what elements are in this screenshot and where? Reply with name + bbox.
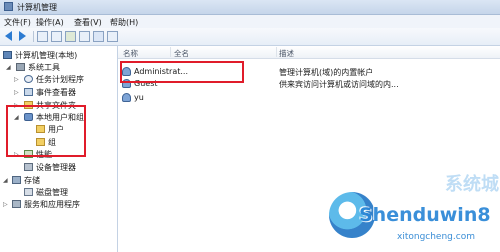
- user-description: 管理计算机(域)的内置帐户: [279, 68, 374, 77]
- collapse-arrow-icon[interactable]: ◢: [6, 64, 11, 71]
- tree-item-label: 任务计划程序: [36, 75, 84, 84]
- tree-item-label: 存储: [24, 176, 40, 185]
- list-row-yu[interactable]: yu: [118, 92, 500, 103]
- menu-view[interactable]: 查看(V): [74, 17, 102, 28]
- menu-bar: 文件(F) 操作(A) 查看(V) 帮助(H): [0, 15, 500, 28]
- user-icon: [122, 93, 131, 102]
- highlight-box-local-users: [6, 105, 86, 157]
- column-divider[interactable]: [276, 47, 277, 57]
- watermark-brand: Shenduwin8: [359, 204, 491, 226]
- properties-icon[interactable]: [107, 31, 118, 42]
- services-icon: [12, 200, 21, 208]
- computer-management-icon: [4, 2, 13, 11]
- computer-icon: [3, 51, 12, 59]
- device-manager-icon: [24, 163, 33, 171]
- column-header-fullname[interactable]: 全名: [174, 48, 189, 59]
- menu-help[interactable]: 帮助(H): [110, 17, 138, 28]
- tree-item-label: 服务和应用程序: [24, 200, 80, 209]
- disk-icon: [24, 188, 33, 196]
- show-hide-tree-icon[interactable]: [51, 31, 62, 42]
- export-list-icon[interactable]: [79, 31, 90, 42]
- list-header: 名称 全名 描述: [118, 46, 500, 59]
- arrow-left-icon: [5, 31, 12, 41]
- menu-file[interactable]: 文件(F): [4, 17, 31, 28]
- up-level-icon[interactable]: [37, 31, 48, 42]
- tree-item-label: 事件查看器: [36, 88, 76, 97]
- watermark: 系统城 Shenduwin8 xitongcheng.com: [325, 170, 500, 252]
- watermark-chinese-text: 系统城: [445, 174, 499, 195]
- clock-icon: [24, 75, 33, 83]
- highlight-box-administrator: [120, 61, 244, 83]
- user-name: yu: [134, 93, 144, 102]
- arrow-right-icon: [19, 31, 26, 41]
- tree-item-label: 设备管理器: [36, 163, 76, 172]
- expand-arrow-icon[interactable]: ▷: [14, 76, 19, 83]
- expand-arrow-icon[interactable]: ▷: [3, 201, 8, 208]
- toolbar: [0, 28, 500, 46]
- storage-icon: [12, 176, 21, 184]
- back-button[interactable]: [5, 31, 16, 42]
- expand-arrow-icon[interactable]: ▷: [14, 89, 19, 96]
- user-description: 供来宾访问计算机或访问域的内...: [279, 80, 399, 89]
- tree-item-label: 系统工具: [28, 63, 60, 72]
- toolbar-divider: [33, 31, 34, 42]
- collapse-arrow-icon[interactable]: ◢: [3, 177, 8, 184]
- column-header-description[interactable]: 描述: [279, 48, 294, 59]
- title-bar: 计算机管理: [0, 0, 500, 15]
- tools-icon: [16, 63, 25, 71]
- tree-item-label: 计算机管理(本地): [15, 51, 78, 60]
- column-header-name[interactable]: 名称: [123, 48, 138, 59]
- event-log-icon: [24, 88, 33, 96]
- forward-button[interactable]: [19, 31, 30, 42]
- watermark-site: xitongcheng.com: [397, 232, 475, 242]
- column-divider[interactable]: [170, 47, 171, 57]
- window-title: 计算机管理: [17, 3, 57, 12]
- refresh-icon[interactable]: [65, 31, 76, 42]
- help-icon[interactable]: [93, 31, 104, 42]
- menu-action[interactable]: 操作(A): [36, 17, 64, 28]
- tree-item-label: 磁盘管理: [36, 188, 68, 197]
